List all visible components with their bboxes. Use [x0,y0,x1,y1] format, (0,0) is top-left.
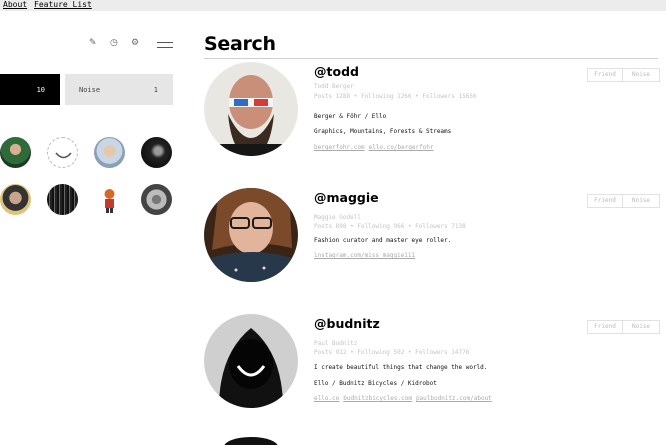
bio-links: bergerfohr.com ello.co/bergerfohr [314,144,438,151]
profile-link[interactable]: paulbudnitz.com/about [416,395,492,402]
username[interactable]: @todd [314,64,359,79]
real-name: Maggie Godell [314,214,361,221]
noise-button[interactable]: Noise [623,68,660,82]
noise-button[interactable]: Noise [623,320,660,334]
avatar[interactable] [94,137,125,168]
about-link[interactable]: About [3,0,27,10]
user-stats: Posts 1288 • Following 1266 • Followers … [314,93,477,100]
username[interactable]: @maggie [314,190,379,205]
avatar[interactable] [204,314,298,408]
bio-line: Ello / Budnitz Bicycles / Kidrobot [314,380,437,387]
bio-line: Graphics, Mountains, Forests & Streams [314,128,452,135]
avatar[interactable] [141,137,172,168]
profile-link[interactable]: budnitzbicycles.com [343,395,412,402]
profile-link[interactable]: bergerfohr.com [314,144,365,151]
avatar[interactable] [0,137,31,168]
relationship-buttons: Friend Noise [587,320,660,334]
bio-line: I create beautiful things that change th… [314,364,488,371]
friend-button[interactable]: Friend [587,68,623,82]
tab-friends[interactable]: 10 [0,74,60,105]
relationship-buttons: Friend Noise [587,194,660,208]
real-name: Paul Budnitz [314,340,358,347]
divider [204,58,658,59]
user-card-maggie: @maggie Maggie Godell Posts 898 • Follow… [204,188,664,284]
profile-link[interactable]: ello.co [314,395,339,402]
real-name: Todd Berger [314,83,354,90]
relationship-buttons: Friend Noise [587,68,660,82]
username[interactable]: @budnitz [314,316,380,331]
avatar[interactable] [47,137,78,168]
friend-button[interactable]: Friend [587,320,623,334]
bio-links: instagram.com/miss_maggie111 [314,252,419,259]
gear-icon[interactable]: ⚙ [131,38,139,48]
top-nav-bar: About Feature List [0,0,666,11]
pencil-icon[interactable]: ✎ [89,38,97,48]
avatar[interactable] [204,62,298,156]
avatar[interactable] [94,184,125,215]
bio-links: ello.co budnitzbicycles.com paulbudnitz.co… [314,395,496,402]
user-card-todd: @todd Todd Berger Posts 1288 • Following… [204,62,664,158]
tab-noise-count: 1 [153,86,158,94]
noise-button[interactable]: Noise [623,194,660,208]
avatar[interactable] [224,437,278,445]
user-stats: Posts 912 • Following 502 • Followers 14… [314,349,470,356]
bio-line: Fashion curator and master eye roller. [314,237,452,244]
avatar[interactable] [204,188,298,282]
tab-noise-label: Noise [79,86,101,94]
avatar[interactable] [0,184,31,215]
profile-link[interactable]: ello.co/bergerfohr [369,144,434,151]
menu-icon[interactable] [157,42,173,48]
tab-noise[interactable]: Noise 1 [65,74,173,105]
user-stats: Posts 898 • Following 966 • Followers 71… [314,223,466,230]
tab-friends-count: 10 [36,86,45,94]
user-card-budnitz: @budnitz Paul Budnitz Posts 912 • Follow… [204,314,664,410]
page-title: Search [204,33,276,55]
bio-line: Berger & Föhr / Ello [314,113,387,120]
profile-link[interactable]: instagram.com/miss_maggie111 [314,252,415,259]
friend-button[interactable]: Friend [587,194,623,208]
avatar[interactable] [141,184,172,215]
avatar[interactable] [47,184,78,215]
feature-list-link[interactable]: Feature List [34,0,92,10]
clock-icon[interactable]: ◷ [110,38,118,48]
